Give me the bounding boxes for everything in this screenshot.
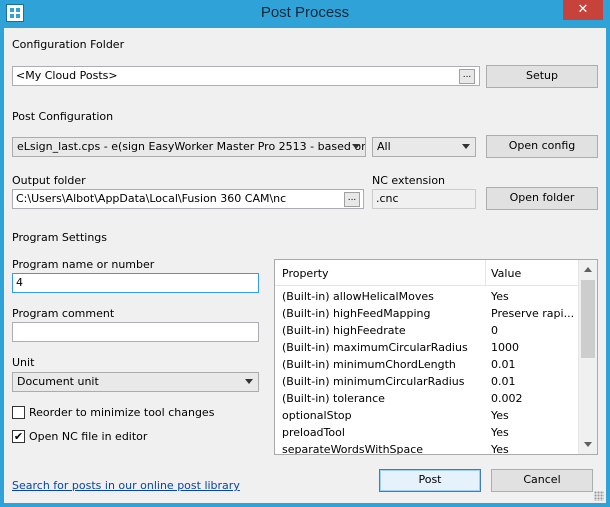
table-row[interactable]: (Built-in) minimumChordLength 0.01 (275, 357, 578, 374)
chevron-down-icon (462, 144, 470, 149)
property-value-cell[interactable]: Yes (491, 409, 575, 422)
scroll-down-icon[interactable] (584, 442, 592, 447)
program-name-label: Program name or number (12, 258, 155, 271)
property-value-cell[interactable]: 1000 (491, 341, 575, 354)
property-name-cell: preloadTool (282, 426, 345, 439)
open-nc-option[interactable]: ✔ Open NC file in editor (12, 430, 147, 443)
properties-scrollbar[interactable] (578, 260, 597, 454)
table-row[interactable]: (Built-in) highFeedrate 0 (275, 323, 578, 340)
post-filter-select[interactable]: All (372, 137, 476, 157)
property-name-cell: optionalStop (282, 409, 352, 422)
table-row[interactable]: (Built-in) tolerance 0.002 (275, 391, 578, 408)
property-value-cell[interactable]: Preserve rapi... (491, 307, 575, 320)
reorder-option[interactable]: Reorder to minimize tool changes (12, 406, 214, 419)
setup-button[interactable]: Setup (486, 65, 598, 88)
table-row[interactable]: (Built-in) allowHelicalMoves Yes (275, 289, 578, 306)
output-folder-field[interactable]: C:\Users\Albot\AppData\Local\Fusion 360 … (12, 189, 364, 209)
config-folder-browse-button[interactable]: ... (459, 69, 475, 84)
properties-grid[interactable]: Property Value (Built-in) allowHelicalMo… (274, 259, 598, 455)
close-button[interactable]: ✕ (563, 0, 603, 20)
unit-value: Document unit (17, 375, 99, 388)
search-posts-link[interactable]: Search for posts in our online post libr… (12, 479, 240, 492)
property-value-cell[interactable]: 0.002 (491, 392, 575, 405)
post-config-select[interactable]: eLsign_last.cps - e(sign EasyWorker Mast… (12, 137, 366, 157)
resize-grip-icon[interactable] (594, 491, 604, 501)
program-settings-label: Program Settings (12, 231, 108, 244)
open-config-button[interactable]: Open config (486, 135, 598, 158)
property-value-cell[interactable]: Yes (491, 290, 575, 303)
scroll-thumb[interactable] (581, 280, 595, 358)
property-name-cell: (Built-in) minimumChordLength (282, 358, 456, 371)
property-name-cell: (Built-in) highFeedMapping (282, 307, 431, 320)
property-name-cell: (Built-in) highFeedrate (282, 324, 406, 337)
value-column-header[interactable]: Value (491, 267, 521, 280)
post-config-value: eLsign_last.cps - e(sign EasyWorker Mast… (17, 140, 366, 153)
output-folder-label: Output folder (12, 174, 86, 187)
table-row[interactable]: (Built-in) minimumCircularRadius 0.01 (275, 374, 578, 391)
table-row[interactable]: (Built-in) maximumCircularRadius 1000 (275, 340, 578, 357)
property-value-cell[interactable]: 0.01 (491, 375, 575, 388)
chevron-down-icon (245, 379, 253, 384)
table-row[interactable]: separateWordsWithSpace Yes (275, 442, 578, 455)
property-value-cell[interactable]: 0.01 (491, 358, 575, 371)
property-column-header[interactable]: Property (282, 267, 329, 280)
open-folder-button[interactable]: Open folder (486, 187, 598, 210)
table-row[interactable]: preloadTool Yes (275, 425, 578, 442)
program-comment-input[interactable] (12, 322, 259, 342)
dialog-body: Configuration Folder <My Cloud Posts> ..… (4, 28, 606, 503)
post-button[interactable]: Post (379, 469, 481, 492)
program-name-input[interactable]: 4 (12, 273, 259, 293)
property-name-cell: (Built-in) allowHelicalMoves (282, 290, 434, 303)
property-value-cell[interactable]: Yes (491, 426, 575, 439)
property-name-cell: (Built-in) tolerance (282, 392, 385, 405)
reorder-label: Reorder to minimize tool changes (29, 406, 215, 419)
property-name-cell: separateWordsWithSpace (282, 443, 424, 455)
post-filter-value: All (377, 140, 391, 153)
property-name-cell: (Built-in) maximumCircularRadius (282, 341, 468, 354)
property-name-cell: (Built-in) minimumCircularRadius (282, 375, 465, 388)
table-row[interactable]: (Built-in) highFeedMapping Preserve rapi.… (275, 306, 578, 323)
properties-header: Property Value (275, 260, 578, 286)
config-folder-label: Configuration Folder (12, 38, 125, 51)
chevron-down-icon (352, 144, 360, 149)
nc-extension-field[interactable]: .cnc (372, 189, 476, 209)
config-folder-field[interactable]: <My Cloud Posts> (12, 66, 480, 86)
window-title: Post Process (260, 4, 350, 21)
post-config-label: Post Configuration (12, 110, 114, 123)
property-value-cell[interactable]: Yes (491, 443, 575, 454)
property-value-cell[interactable]: 0 (491, 324, 575, 337)
title-bar: Post Process ✕ (0, 0, 610, 28)
open-nc-checkbox[interactable]: ✔ (12, 430, 25, 443)
table-row[interactable]: optionalStop Yes (275, 408, 578, 425)
nc-extension-label: NC extension (372, 174, 446, 187)
open-nc-label: Open NC file in editor (29, 430, 148, 443)
unit-label: Unit (12, 356, 35, 369)
reorder-checkbox[interactable] (12, 406, 25, 419)
unit-select[interactable]: Document unit (12, 372, 259, 392)
scroll-up-icon[interactable] (584, 267, 592, 272)
output-folder-browse-button[interactable]: ... (344, 192, 360, 207)
program-comment-label: Program comment (12, 307, 115, 320)
cancel-button[interactable]: Cancel (491, 469, 593, 492)
